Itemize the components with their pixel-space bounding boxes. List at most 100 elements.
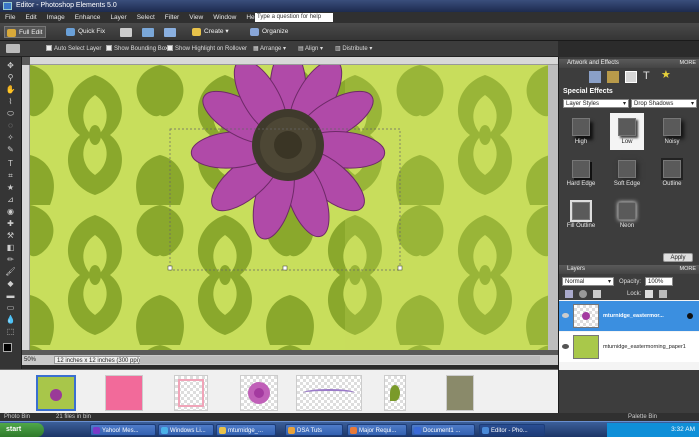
straighten-tool-icon[interactable]: ⊿ (5, 195, 16, 204)
show-bounding-checkbox[interactable]: Show Bounding Box (106, 41, 168, 57)
foreground-color-swatch[interactable] (3, 343, 12, 352)
bin-thumbnail-3[interactable] (174, 375, 208, 411)
taskbar-item[interactable]: DSA Tuts (285, 424, 343, 436)
distribute-dropdown[interactable]: ▥ Distribute ▾ (335, 41, 372, 57)
menu-file[interactable]: File (0, 12, 20, 23)
effect-high[interactable]: High (564, 113, 598, 150)
effect-hard-edge[interactable]: Hard Edge (564, 155, 598, 192)
effect-style-dropdown[interactable]: Drop Shadows ▾ (631, 99, 697, 108)
gradient-tool-icon[interactable]: ▬ (5, 291, 16, 300)
share-icon[interactable] (142, 28, 154, 37)
cookie-cutter-icon[interactable]: ★ (5, 183, 16, 192)
effect-outline[interactable]: Outline (655, 155, 689, 192)
bin-thumbnail-2[interactable] (105, 375, 143, 411)
effects-icon[interactable] (625, 71, 637, 83)
effect-neon[interactable]: Neon (610, 197, 644, 234)
adjustment-layer-icon[interactable] (579, 290, 587, 298)
document-canvas[interactable] (30, 65, 548, 350)
help-search-input[interactable]: Type a question for help (255, 13, 333, 22)
print-icon[interactable] (120, 28, 132, 37)
healing-brush-icon[interactable]: ✚ (5, 219, 16, 228)
eraser-tool-icon[interactable]: ◧ (5, 243, 16, 252)
selection-brush-icon[interactable]: ✎ (5, 145, 16, 154)
menu-layer[interactable]: Layer (105, 12, 131, 23)
lock-all-icon[interactable] (659, 290, 667, 298)
brush-tool-icon[interactable]: 🖌 (5, 267, 16, 276)
document-info[interactable]: 12 inches x 12 inches (300 ppi) (54, 356, 154, 364)
move-tool-icon[interactable]: ✥ (5, 61, 16, 70)
save-icon[interactable] (164, 28, 176, 37)
type-tool-icon[interactable]: T (5, 159, 16, 168)
layer-row[interactable]: mturnidge_eastermorning_paper1 (559, 332, 699, 362)
arrange-dropdown[interactable]: ▦ Arrange ▾ (253, 41, 286, 57)
theme-icon[interactable] (607, 71, 619, 83)
horizontal-scrollbar[interactable] (140, 356, 540, 364)
taskbar-item[interactable]: Document1 ... (411, 424, 475, 436)
paint-bucket-icon[interactable]: ◆ (5, 279, 16, 288)
menu-image[interactable]: Image (42, 12, 70, 23)
full-edit-button[interactable]: Full Edit (4, 26, 46, 38)
layers-more-button[interactable]: MORE (680, 265, 697, 274)
taskbar-item-active[interactable]: Editor - Pho... (479, 424, 545, 436)
artwork-more-button[interactable]: MORE (680, 59, 697, 68)
blur-tool-icon[interactable]: 💧 (5, 315, 16, 324)
menu-select[interactable]: Select (132, 12, 160, 23)
bin-thumbnail-1[interactable] (36, 375, 76, 411)
taskbar-item[interactable]: Yahoo! Mes... (90, 424, 156, 436)
menu-view[interactable]: View (184, 12, 208, 23)
red-eye-tool-icon[interactable]: ◉ (5, 207, 16, 216)
layer-style-icon[interactable] (687, 313, 693, 319)
start-button[interactable]: start (0, 423, 44, 437)
menu-window[interactable]: Window (208, 12, 241, 23)
taskbar-item[interactable]: mturnidge_... (216, 424, 276, 436)
lasso-tool-icon[interactable]: ◌ (5, 121, 16, 130)
favorites-star-icon[interactable]: ★ (661, 69, 673, 81)
effect-soft-edge[interactable]: Soft Edge (610, 155, 644, 192)
taskbar-item[interactable]: Windows Li... (158, 424, 214, 436)
apply-button[interactable]: Apply (663, 253, 693, 262)
zoom-level[interactable]: 50% (24, 355, 36, 365)
visibility-eye-icon[interactable] (562, 313, 569, 318)
delete-layer-icon[interactable] (593, 290, 601, 298)
clone-stamp-icon[interactable]: ⚒ (5, 231, 16, 240)
artwork-panel-header[interactable]: Artwork and Effects MORE (559, 59, 699, 68)
layer-name[interactable]: mturnidge_eastermor... (603, 313, 664, 319)
photo-bin-label[interactable]: Photo Bin (4, 413, 30, 421)
effect-low[interactable]: Low (610, 113, 644, 150)
new-layer-icon[interactable] (565, 290, 573, 298)
menu-filter[interactable]: Filter (160, 12, 184, 23)
effect-category-dropdown[interactable]: Layer Styles ▾ (563, 99, 629, 108)
layer-row[interactable]: mturnidge_eastermor... (559, 301, 699, 331)
text-effects-icon[interactable]: T (643, 70, 655, 82)
clock[interactable]: 3:32 AM (671, 426, 695, 433)
quick-fix-button[interactable]: Quick Fix (64, 26, 110, 38)
auto-select-checkbox[interactable]: Auto Select Layer (46, 41, 101, 57)
vertical-scrollbar[interactable] (548, 65, 558, 350)
shape-tool-icon[interactable]: ▭ (5, 303, 16, 312)
hand-tool-icon[interactable]: ✋ (5, 85, 16, 94)
taskbar-item[interactable]: Major Requi... (347, 424, 407, 436)
bin-thumbnail-5[interactable] (296, 375, 362, 411)
visibility-eye-icon[interactable] (562, 344, 569, 349)
lock-transparency-icon[interactable] (645, 290, 653, 298)
show-highlight-checkbox[interactable]: Show Highlight on Rollover (167, 41, 247, 57)
sponge-tool-icon[interactable]: ⬚ (5, 327, 16, 336)
effect-noisy[interactable]: Noisy (655, 113, 689, 150)
eyedropper-tool-icon[interactable]: ⌇ (5, 97, 16, 106)
blend-mode-dropdown[interactable]: Normal ▾ (562, 277, 614, 286)
organize-button[interactable]: Organize (248, 26, 298, 38)
align-dropdown[interactable]: ▤ Align ▾ (298, 41, 323, 57)
menu-enhance[interactable]: Enhance (70, 12, 106, 23)
layers-panel-header[interactable]: Layers MORE (559, 265, 699, 274)
palette-bin-label[interactable]: Palette Bin (628, 413, 657, 421)
layer-name[interactable]: mturnidge_eastermorning_paper1 (603, 344, 686, 350)
opacity-input[interactable]: 100% (645, 277, 673, 286)
artwork-icon[interactable] (589, 71, 601, 83)
pencil-tool-icon[interactable]: ✏ (5, 255, 16, 264)
magic-wand-tool-icon[interactable]: ✧ (5, 133, 16, 142)
create-button[interactable]: Create ▾ (190, 26, 236, 38)
bin-thumbnail-4[interactable] (240, 375, 278, 411)
effect-fill-outline[interactable]: Fill Outline (564, 197, 598, 234)
marquee-tool-icon[interactable]: ⬭ (5, 109, 16, 118)
bin-thumbnail-6[interactable] (384, 375, 406, 411)
